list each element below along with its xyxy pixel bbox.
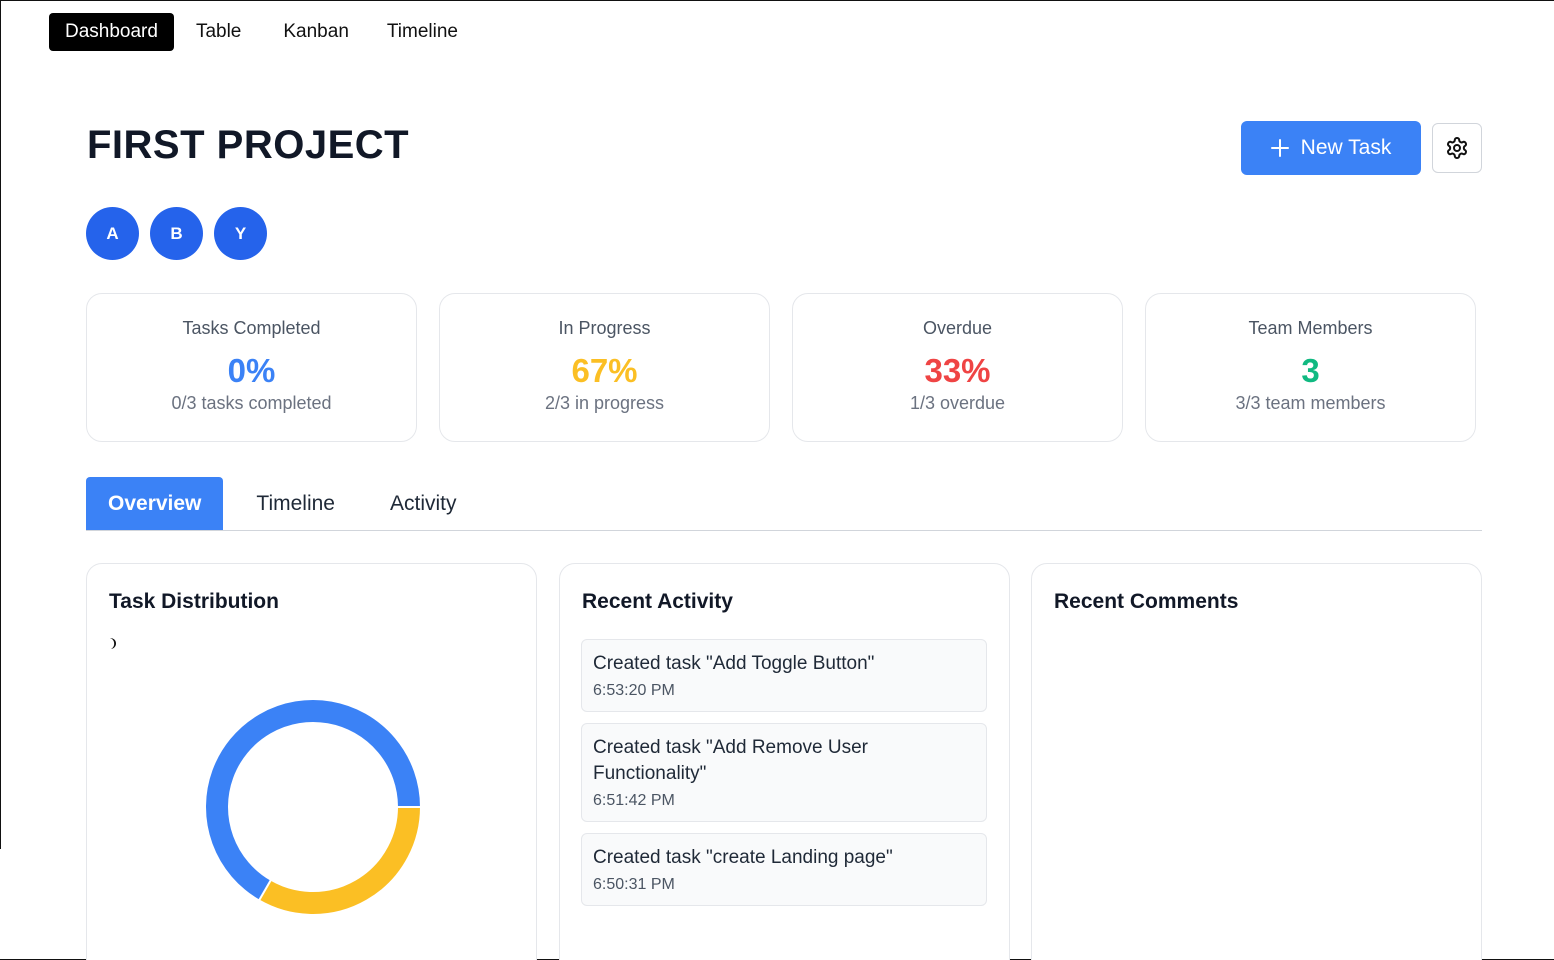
activity-item: Created task "Add Toggle Button" 6:53:20…	[581, 639, 987, 712]
stat-label: Overdue	[922, 318, 993, 338]
loading-spinner-icon	[110, 637, 117, 649]
stat-value: 3	[1301, 352, 1320, 389]
panel-title: Task Distribution	[109, 590, 279, 613]
activity-item: Created task "Add Remove User Functional…	[581, 723, 987, 822]
gear-icon	[1447, 137, 1467, 159]
top-nav: Dashboard Table Kanban Timeline	[49, 13, 480, 51]
stat-card-tasks-completed: Tasks Completed 0% 0/3 tasks completed	[86, 293, 417, 442]
panel-title: Recent Comments	[1054, 590, 1239, 613]
stat-card-overdue: Overdue 33% 1/3 overdue	[792, 293, 1123, 442]
stat-label: In Progress	[558, 318, 651, 338]
tab-activity[interactable]: Activity	[368, 477, 479, 530]
avatar[interactable]: B	[150, 207, 203, 260]
member-avatars: A B Y	[86, 207, 267, 260]
activity-item: Created task "create Landing page" 6:50:…	[581, 833, 987, 906]
stat-label: Team Members	[1248, 318, 1373, 338]
stat-value: 0%	[227, 352, 276, 389]
window-edge	[0, 1, 1, 849]
task-distribution-panel: Task Distribution	[86, 563, 537, 960]
stat-label: Tasks Completed	[182, 318, 321, 338]
panel-title: Recent Activity	[582, 590, 733, 613]
new-task-label: New Task	[1300, 136, 1392, 159]
stat-subtext: 3/3 team members	[1235, 393, 1386, 413]
stat-card-team-members: Team Members 3 3/3 team members	[1145, 293, 1476, 442]
settings-button[interactable]	[1432, 123, 1482, 173]
stat-card-in-progress: In Progress 67% 2/3 in progress	[439, 293, 770, 442]
tab-timeline[interactable]: Timeline	[223, 477, 368, 530]
activity-time: 6:50:31 PM	[593, 876, 675, 893]
task-distribution-donut	[206, 700, 421, 914]
avatar[interactable]: A	[86, 207, 139, 260]
activity-text: Created task "Add Toggle Button"	[593, 653, 875, 674]
tab-overview[interactable]: Overview	[86, 477, 224, 530]
stat-subtext: 2/3 in progress	[544, 393, 665, 413]
donut-segment-in-progress[interactable]	[259, 806, 420, 914]
nav-kanban[interactable]: Kanban	[267, 13, 365, 51]
stat-value: 67%	[571, 352, 638, 389]
activity-text: Created task "Add Remove User Functional…	[593, 737, 868, 784]
avatar[interactable]: Y	[214, 207, 267, 260]
stat-subtext: 1/3 overdue	[909, 393, 1006, 413]
app-window: Dashboard Table Kanban Timeline FIRST PR…	[0, 0, 1554, 960]
activity-text: Created task "create Landing page"	[593, 847, 893, 868]
new-task-button[interactable]: New Task	[1241, 121, 1421, 175]
page-title: FIRST PROJECT	[87, 123, 410, 167]
activity-time: 6:51:42 PM	[593, 792, 675, 809]
stat-subtext: 0/3 tasks completed	[171, 393, 332, 413]
activity-time: 6:53:20 PM	[593, 682, 675, 699]
activity-list: Created task "Add Toggle Button" 6:53:20…	[581, 639, 987, 917]
stats-row: Tasks Completed 0% 0/3 tasks completed I…	[86, 293, 1476, 442]
nav-timeline[interactable]: Timeline	[371, 13, 474, 51]
nav-table[interactable]: Table	[180, 13, 257, 51]
stat-value: 33%	[924, 352, 991, 389]
plus-icon	[1270, 139, 1289, 157]
nav-dashboard[interactable]: Dashboard	[49, 13, 174, 51]
section-tabs: Overview Timeline Activity	[86, 477, 1482, 531]
recent-comments-panel: Recent Comments	[1031, 563, 1482, 960]
recent-activity-panel: Recent Activity Created task "Add Toggle…	[559, 563, 1010, 960]
